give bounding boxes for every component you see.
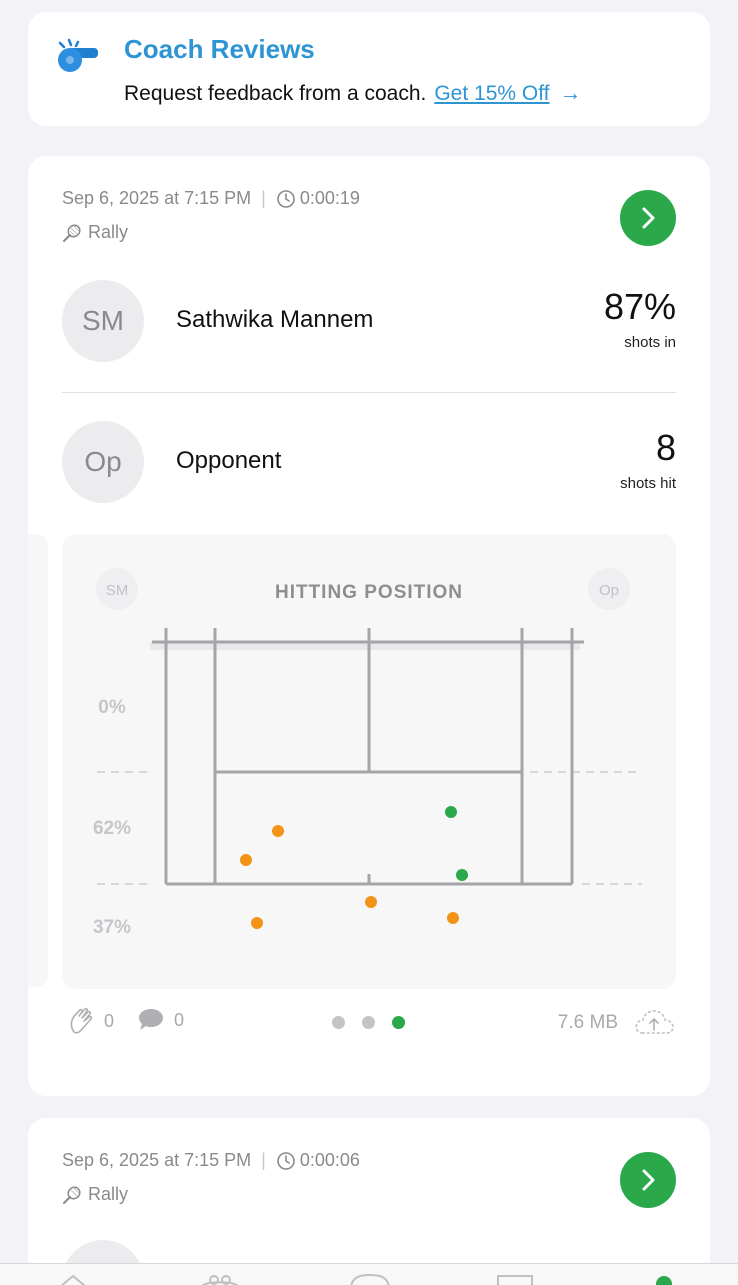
comment-count: 0	[174, 1009, 185, 1030]
player-shot-point	[272, 825, 284, 837]
page-dot[interactable]	[332, 1016, 345, 1029]
profile-tab-icon[interactable]	[654, 1274, 674, 1285]
stat-value: 87%	[603, 286, 676, 327]
chart-title: HITTING POSITION	[275, 582, 463, 603]
comment-button[interactable]: 0	[136, 1006, 184, 1034]
player-name: Sathwika Mannem	[176, 306, 374, 333]
player-avatar: SM	[62, 280, 144, 362]
session-type-label: Rally	[88, 1184, 129, 1204]
session-meta: Sep 6, 2025 at 7:15 PM | 0:00:06	[62, 1150, 360, 1171]
coach-reviews-title: Coach Reviews	[124, 34, 315, 64]
home-tab-icon[interactable]	[58, 1272, 88, 1285]
coach-reviews-description: Request feedback from a coach. Get 15% Of…	[124, 80, 582, 106]
session-date: Sep 6, 2025 at 7:15 PM	[62, 1150, 252, 1170]
session-type: Rally	[62, 222, 128, 243]
player-shot-point	[251, 917, 263, 929]
previous-chart-panel[interactable]	[28, 534, 48, 987]
opponent-avatar: Op	[62, 421, 144, 503]
chevron-right-icon	[642, 207, 655, 229]
store-tab-icon[interactable]	[494, 1272, 536, 1285]
clock-icon	[277, 1151, 295, 1170]
meta-separator: |	[261, 188, 266, 208]
op-badge-label: Op	[599, 582, 619, 599]
opponent-shot-point	[456, 869, 468, 881]
player-stat: 8 shots hit	[620, 427, 676, 492]
session-type-label: Rally	[88, 222, 129, 242]
session-duration: 0:00:19	[299, 188, 360, 208]
hitting-position-chart[interactable]: SM Op HITTING POSITION 0% 62% 37%	[62, 534, 676, 989]
player-shot-point	[447, 912, 459, 924]
shot-points	[240, 806, 468, 929]
player-row: Op Opponent 8 shots hit	[62, 421, 676, 505]
file-size: 7.6 MB	[557, 1012, 618, 1033]
coach-reviews-card[interactable]: Coach Reviews Request feedback from a co…	[28, 12, 710, 126]
open-session-button[interactable]	[620, 190, 676, 246]
open-session-button[interactable]	[620, 1152, 676, 1208]
chevron-right-icon	[642, 1169, 655, 1191]
page-dot-active[interactable]	[392, 1016, 405, 1029]
tab-bar	[0, 1263, 738, 1285]
clap-count: 0	[104, 1010, 115, 1031]
court-diagram: SM Op HITTING POSITION 0% 62% 37%	[93, 568, 642, 938]
zone-label: 62%	[93, 818, 131, 839]
player-shot-point	[365, 896, 377, 908]
session-card[interactable]: Sep 6, 2025 at 7:15 PM | 0:00:19 Rally S…	[28, 156, 710, 1096]
stat-label: shots in	[624, 334, 676, 351]
divider	[62, 392, 676, 393]
opponent-shot-point	[445, 806, 457, 818]
racket-icon	[63, 1186, 81, 1204]
whistle-icon	[58, 38, 98, 72]
ball-tab-icon[interactable]	[348, 1272, 392, 1285]
clap-icon	[70, 1007, 93, 1034]
player-name: Opponent	[176, 447, 282, 474]
groups-tab-icon[interactable]	[200, 1272, 240, 1285]
court-lines	[164, 628, 574, 886]
arrow-right-icon[interactable]: →	[560, 80, 582, 105]
clap-button[interactable]: 0	[68, 1006, 114, 1036]
stat-value: 8	[655, 427, 676, 468]
session-date: Sep 6, 2025 at 7:15 PM	[62, 188, 252, 208]
racket-icon	[63, 224, 81, 242]
zone-label: 0%	[98, 697, 126, 718]
cloud-upload-icon[interactable]	[632, 1006, 676, 1038]
player-row: SM Sathwika Mannem 87% shots in	[62, 280, 676, 364]
player-stat: 87% shots in	[604, 286, 676, 351]
comment-icon	[139, 1009, 163, 1030]
session-card[interactable]: Sep 6, 2025 at 7:15 PM | 0:00:06 Rally	[28, 1118, 710, 1285]
clock-icon	[277, 189, 295, 208]
page-indicator[interactable]	[332, 1016, 422, 1029]
session-footer: 0 0 7.6 MB	[62, 1006, 676, 1040]
session-duration: 0:00:06	[299, 1150, 360, 1170]
session-meta: Sep 6, 2025 at 7:15 PM | 0:00:19	[62, 188, 360, 209]
player-shot-point	[240, 854, 252, 866]
get-discount-link[interactable]: Get 15% Off	[434, 82, 549, 105]
session-type: Rally	[62, 1184, 128, 1205]
meta-separator: |	[261, 1150, 266, 1170]
sm-badge-label: SM	[106, 582, 129, 599]
zone-label: 37%	[93, 917, 131, 938]
coach-reviews-text: Request feedback from a coach.	[124, 82, 427, 105]
page-dot[interactable]	[362, 1016, 375, 1029]
stat-label: shots hit	[620, 475, 676, 492]
